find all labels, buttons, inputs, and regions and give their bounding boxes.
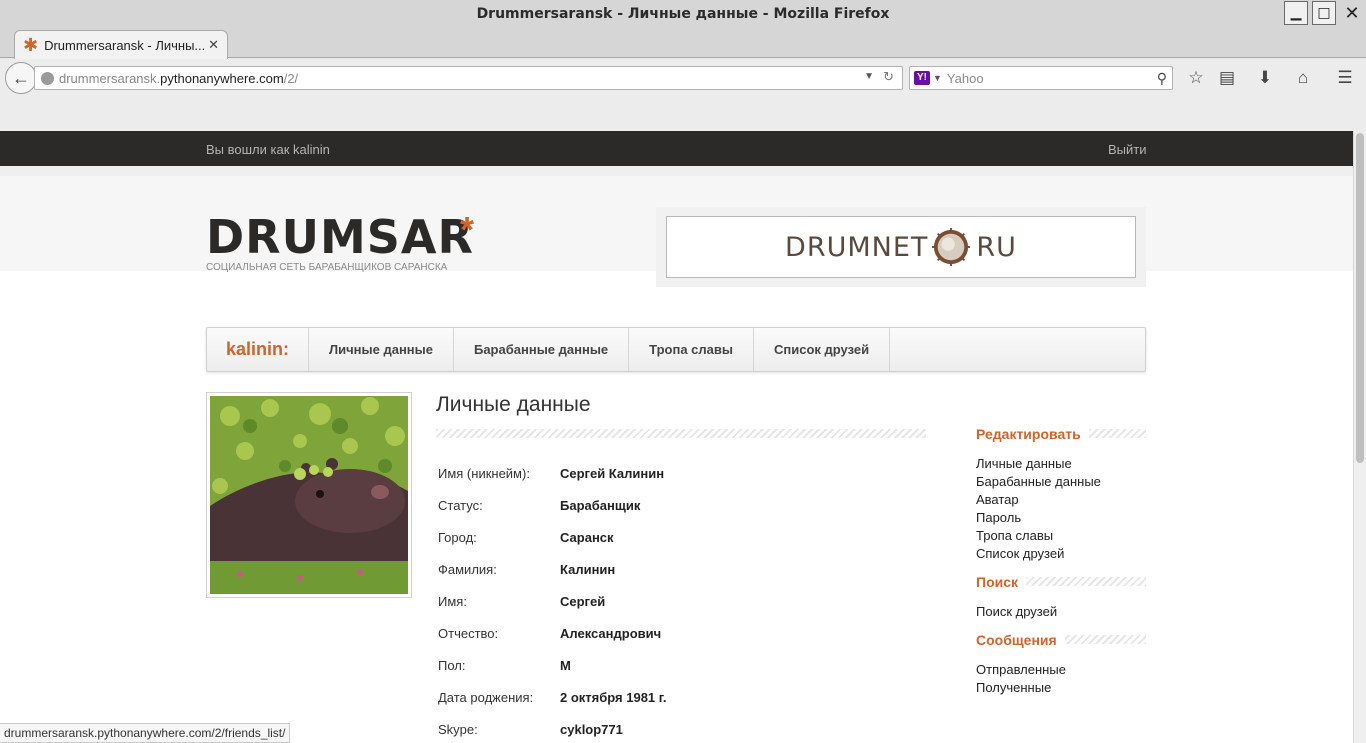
- menu-username: kalinin:: [207, 328, 309, 371]
- detail-label: Статус:: [438, 498, 483, 513]
- menu-item-personal[interactable]: Личные данные: [309, 328, 454, 371]
- tab-label: Drummersaransk - Личны...: [44, 37, 205, 53]
- banner-left: DRUMNET: [785, 231, 929, 263]
- search-friends-link[interactable]: Поиск друзей: [976, 604, 1057, 619]
- detail-value: Саранск: [560, 530, 614, 545]
- hippo-avatar-image: [210, 396, 408, 594]
- title-divider: [436, 429, 926, 438]
- banner-right: RU: [976, 231, 1017, 263]
- site-slogan: СОЦИАЛЬНАЯ СЕТЬ БАРАБАНЩИКОВ САРАНСКА: [206, 262, 448, 273]
- edit-link-drum-data[interactable]: Барабанные данные: [976, 474, 1101, 489]
- edit-link-password[interactable]: Пароль: [976, 510, 1021, 525]
- edit-link-friends[interactable]: Список друзей: [976, 546, 1064, 561]
- avatar: [206, 392, 412, 598]
- profile-menu: kalinin: Личные данные Барабанные данные…: [206, 327, 1146, 372]
- detail-row-name: Имя: Сергей: [438, 594, 918, 626]
- detail-row-city: Город: Саранск: [438, 530, 918, 562]
- logged-in-text: Вы вошли как kalinin: [206, 142, 330, 157]
- window-title: Drummersaransk - Личные данные - Mozilla…: [476, 6, 890, 22]
- download-icon[interactable]: ⬇: [1254, 68, 1276, 88]
- drumnet-banner[interactable]: DRUMNET RU: [666, 216, 1136, 278]
- menu-icon[interactable]: ☰: [1334, 68, 1356, 88]
- menu-item-drum-data[interactable]: Барабанные данные: [454, 328, 630, 371]
- detail-label: Имя:: [438, 594, 467, 609]
- url-domain: pythonanywhere.com: [160, 70, 284, 86]
- browser-tab[interactable]: ✱ Drummersaransk - Личны... ✕: [14, 30, 228, 59]
- search-input[interactable]: Yahoo: [947, 71, 1157, 86]
- detail-value: Барабанщик: [560, 498, 641, 513]
- messages-heading: Сообщения: [976, 632, 1065, 648]
- engine-dropdown-icon[interactable]: ▼: [933, 73, 942, 83]
- detail-value: Александрович: [560, 626, 662, 641]
- detail-label: Имя (никнейм):: [438, 466, 530, 481]
- detail-row-surname: Фамилия: Калинин: [438, 562, 918, 594]
- edit-heading: Редактировать: [976, 426, 1089, 442]
- navigation-toolbar: ← drummersaransk.pythonanywhere.com/2/ ▼…: [0, 59, 1366, 131]
- favicon-asterisk-icon: ✱: [23, 35, 39, 55]
- home-icon[interactable]: ⌂: [1292, 68, 1314, 88]
- edit-link-fame-path[interactable]: Тропа славы: [976, 528, 1053, 543]
- search-icon[interactable]: ⚲: [1157, 70, 1167, 87]
- history-dropdown-icon[interactable]: ▼: [864, 71, 874, 82]
- edit-link-avatar[interactable]: Аватар: [976, 492, 1019, 507]
- received-messages-link[interactable]: Полученные: [976, 680, 1051, 695]
- detail-row-status: Статус: Барабанщик: [438, 498, 918, 530]
- tab-strip: ✱ Drummersaransk - Личны... ✕ ✚: [0, 28, 1366, 80]
- detail-value: Калинин: [560, 562, 616, 577]
- url-text[interactable]: drummersaransk.pythonanywhere.com/2/: [59, 71, 298, 86]
- star-icon[interactable]: ☆: [1185, 68, 1207, 88]
- search-bar[interactable]: Y! ▼ Yahoo ⚲: [909, 66, 1173, 90]
- drum-icon: [932, 228, 971, 266]
- close-window-button[interactable]: ✕: [1340, 1, 1364, 25]
- url-bar[interactable]: drummersaransk.pythonanywhere.com/2/ ▼ ↻: [34, 66, 903, 90]
- reading-list-icon[interactable]: ▤: [1216, 68, 1238, 88]
- reload-icon[interactable]: ↻: [883, 69, 894, 85]
- menu-item-friends[interactable]: Список друзей: [754, 328, 891, 371]
- banner-frame: DRUMNET RU: [656, 207, 1146, 287]
- detail-value: cyklop771: [560, 722, 623, 737]
- site-logo[interactable]: DRUMSAR: [206, 214, 474, 260]
- detail-label: Город:: [438, 530, 477, 545]
- logout-link[interactable]: Выйти: [1108, 142, 1147, 157]
- detail-value: Сергей: [560, 594, 606, 609]
- detail-row-skype: Skype: cyklop771: [438, 722, 918, 743]
- search-heading: Поиск: [976, 574, 1027, 590]
- detail-value: 2 октября 1981 г.: [560, 690, 667, 705]
- detail-row-birthdate: Дата роджения: 2 октября 1981 г.: [438, 690, 918, 722]
- detail-label: Фамилия:: [438, 562, 497, 577]
- detail-label: Skype:: [438, 722, 478, 737]
- globe-icon: [41, 71, 54, 85]
- url-path: /2/: [283, 70, 299, 86]
- page-viewport: Вы вошли как kalinin Выйти DRUMSAR * СОЦ…: [0, 131, 1353, 743]
- yahoo-engine-icon[interactable]: Y!: [914, 71, 930, 85]
- detail-row-patronymic: Отчество: Александрович: [438, 626, 918, 658]
- detail-label: Пол:: [438, 658, 466, 673]
- back-icon[interactable]: ←: [5, 62, 37, 94]
- page-title: Личные данные: [436, 393, 591, 416]
- window-controls: ▁ □ ✕: [1282, 0, 1366, 26]
- detail-value: М: [560, 658, 571, 673]
- scrollbar-thumb[interactable]: [1356, 133, 1364, 463]
- status-bar: drummersaransk.pythonanywhere.com/2/frie…: [0, 723, 291, 743]
- sent-messages-link[interactable]: Отправленные: [976, 662, 1066, 677]
- detail-label: Отчество:: [438, 626, 499, 641]
- window-titlebar: Drummersaransk - Личные данные - Mozilla…: [0, 0, 1366, 28]
- banner-text: DRUMNET RU: [785, 228, 1017, 266]
- url-prefix: drummersaransk.: [59, 70, 161, 86]
- menu-item-fame-path[interactable]: Тропа славы: [629, 328, 754, 371]
- detail-label: Дата роджения:: [438, 690, 534, 705]
- user-strip: Вы вошли как kalinin Выйти: [0, 131, 1353, 166]
- vertical-scrollbar[interactable]: [1353, 131, 1366, 743]
- logo-star-icon: *: [460, 209, 475, 250]
- close-tab-icon[interactable]: ✕: [208, 37, 219, 53]
- minimize-button[interactable]: ▁: [1284, 1, 1308, 25]
- detail-value: Сергей Калинин: [560, 466, 665, 481]
- edit-link-personal[interactable]: Личные данные: [976, 456, 1072, 471]
- detail-row-gender: Пол: М: [438, 658, 918, 690]
- maximize-button[interactable]: □: [1312, 1, 1336, 25]
- detail-row-nickname: Имя (никнейм): Сергей Калинин: [438, 466, 918, 498]
